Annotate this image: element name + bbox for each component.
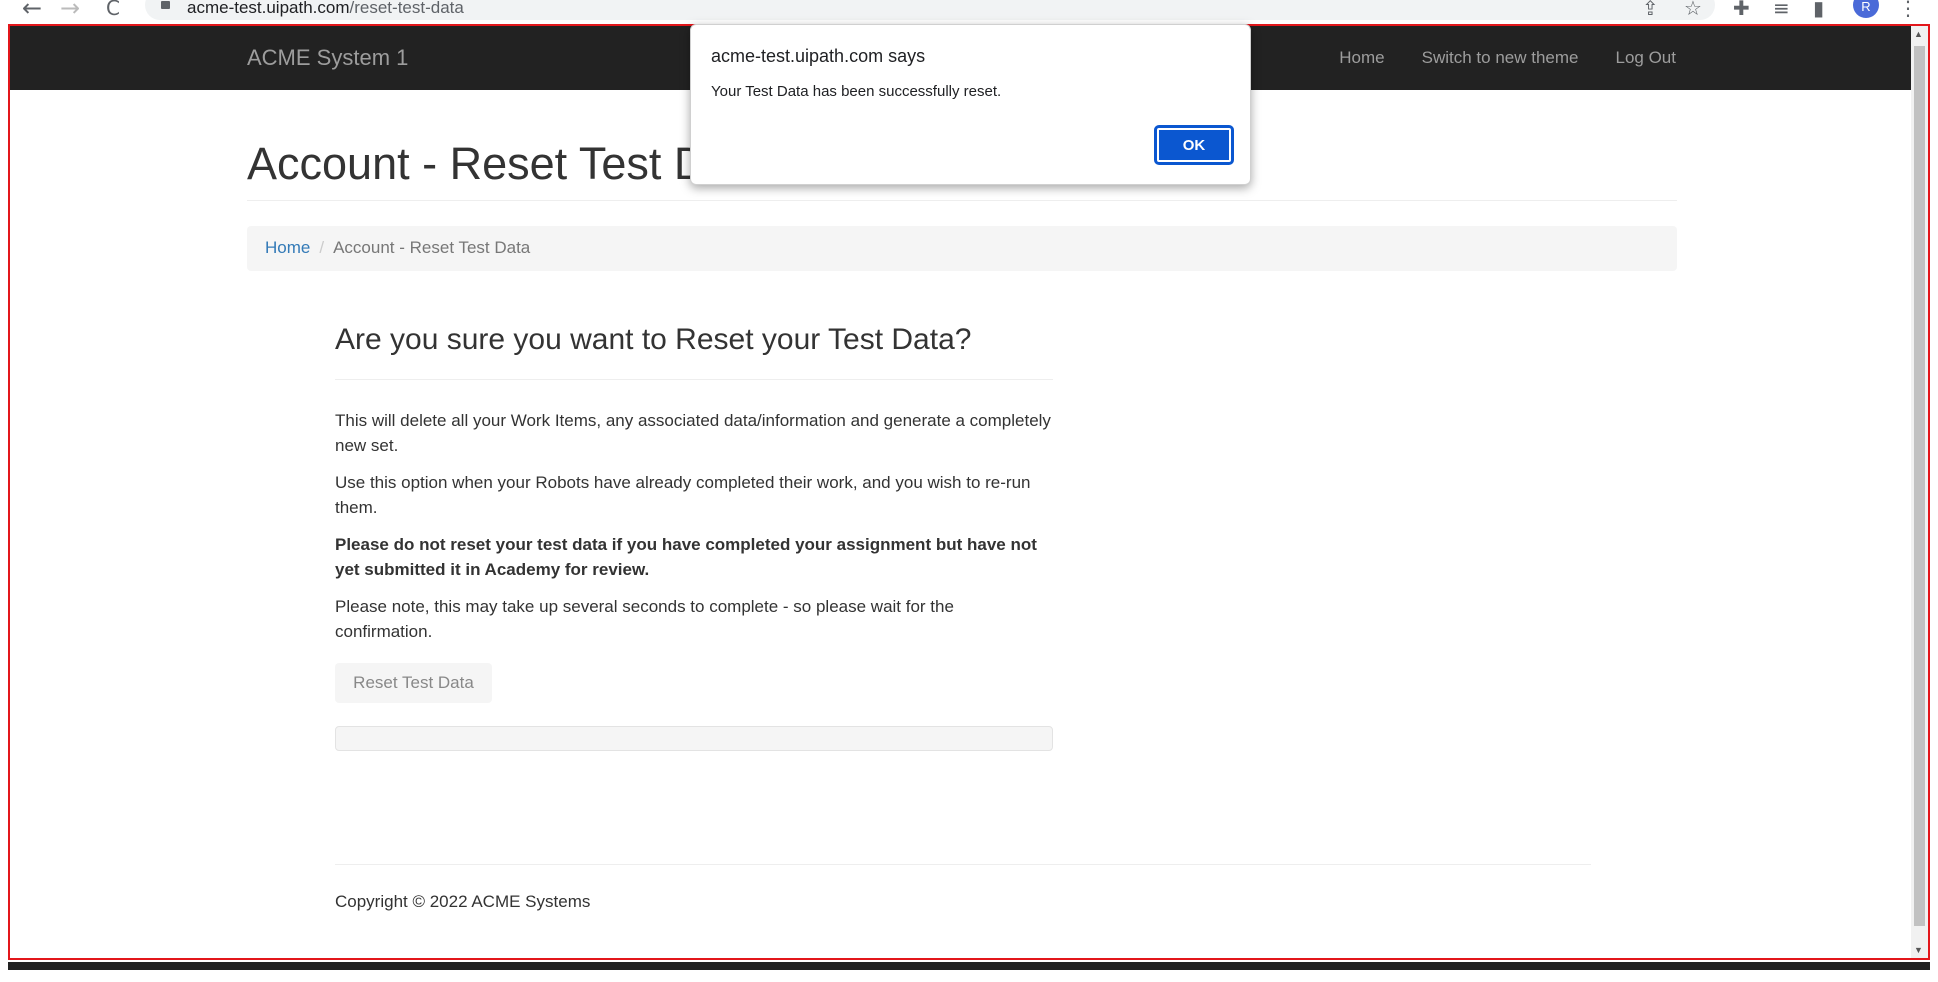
url-text: acme-test.uipath.com/reset-test-data	[187, 0, 464, 17]
browser-toolbar: ← → C acme-test.uipath.com/reset-test-da…	[0, 0, 1938, 24]
breadcrumb-current: Account - Reset Test Data	[333, 238, 531, 257]
bottom-edge	[0, 962, 1938, 982]
reload-icon[interactable]: C	[106, 0, 120, 20]
footer-divider	[335, 864, 1591, 865]
breadcrumb: Home / Account - Reset Test Data	[247, 226, 1677, 271]
address-bar[interactable]: acme-test.uipath.com/reset-test-data	[145, 0, 1715, 20]
title-divider	[247, 200, 1677, 201]
progress-bar	[335, 726, 1053, 751]
nav-links: Home Switch to new theme Log Out	[1339, 48, 1676, 68]
warning-paragraph-2: Use this option when your Robots have al…	[335, 473, 1031, 517]
heading-divider	[335, 379, 1053, 380]
scroll-down-icon[interactable]: ▼	[1914, 945, 1923, 955]
alert-dialog: acme-test.uipath.com says Your Test Data…	[690, 24, 1251, 185]
confirm-heading: Are you sure you want to Reset your Test…	[335, 323, 972, 356]
menu-icon[interactable]: ⋮	[1898, 0, 1918, 20]
warning-paragraph-bold: Please do not reset your test data if yo…	[335, 535, 1037, 579]
reset-test-data-button[interactable]: Reset Test Data	[335, 663, 492, 703]
extensions-icon[interactable]: ✚	[1733, 0, 1750, 20]
nav-home-link[interactable]: Home	[1339, 48, 1384, 68]
footer-copyright: Copyright © 2022 ACME Systems	[335, 892, 591, 911]
nav-logout-link[interactable]: Log Out	[1616, 48, 1677, 68]
dialog-ok-button[interactable]: OK	[1154, 125, 1234, 165]
media-icon[interactable]: ≡	[1773, 0, 1790, 20]
page-title: Account - Reset Test D	[247, 138, 707, 189]
bottom-bar	[8, 962, 1930, 970]
warning-paragraph-1: This will delete all your Work Items, an…	[335, 411, 1051, 455]
sidepanel-icon[interactable]: ▮	[1813, 0, 1824, 20]
warning-paragraph-4: Please note, this may take up several se…	[335, 597, 954, 641]
lock-icon	[161, 1, 170, 9]
dialog-title: acme-test.uipath.com says	[711, 46, 926, 66]
breadcrumb-separator: /	[319, 238, 325, 257]
breadcrumb-home-link[interactable]: Home	[265, 238, 310, 257]
nav-switch-theme-link[interactable]: Switch to new theme	[1422, 48, 1579, 68]
forward-icon[interactable]: →	[60, 0, 80, 22]
dialog-message: Your Test Data has been successfully res…	[711, 83, 1002, 100]
scroll-up-icon[interactable]: ▲	[1914, 29, 1923, 39]
profile-avatar[interactable]: R	[1853, 0, 1879, 18]
star-icon[interactable]: ☆	[1684, 0, 1702, 20]
brand-link[interactable]: ACME System 1	[247, 45, 408, 71]
vertical-scrollbar[interactable]: ▲ ▼	[1911, 26, 1928, 958]
share-icon[interactable]: ⇪	[1642, 0, 1659, 20]
back-icon[interactable]: ←	[22, 0, 42, 22]
scrollbar-thumb[interactable]	[1914, 46, 1925, 926]
